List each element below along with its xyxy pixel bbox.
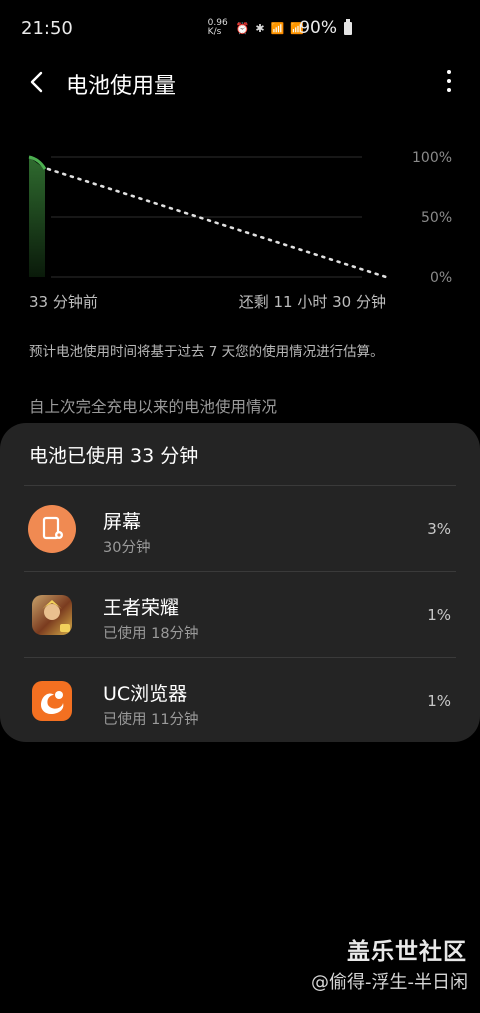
app-usage-time: 30分钟	[103, 540, 151, 556]
alarm-icon: ⏰	[235, 21, 250, 35]
card-title: 电池已使用 33 分钟	[29, 445, 199, 467]
app-name: UC浏览器	[103, 683, 188, 705]
app-usage-time: 已使用 11分钟	[103, 712, 199, 728]
app-percent: 3%	[427, 520, 451, 538]
screen-settings-icon	[28, 505, 76, 553]
chart-canvas	[28, 155, 388, 279]
more-vertical-icon[interactable]	[446, 70, 452, 94]
estimate-note: 预计电池使用时间将基于过去 7 天您的使用情况进行估算。	[29, 344, 384, 360]
x-label-end: 还剩 11 小时 30 分钟	[238, 293, 386, 311]
battery-percent: 90%	[299, 18, 337, 38]
uc-browser-icon	[32, 681, 72, 721]
battery-chart: 100% 50% 0% 33 分钟前 还剩 11 小时 30 分钟	[0, 140, 480, 320]
list-item[interactable]: 王者荣耀 已使用 18分钟 1%	[0, 572, 480, 658]
status-bar: 21:50 0.96 K/s ⏰ ✱ 📶 📶 90%	[0, 0, 480, 58]
section-header: 自上次完全充电以来的电池使用情况	[29, 398, 278, 416]
watermark-author: @偷得-浮生-半日闲	[311, 972, 468, 993]
x-label-start: 33 分钟前	[29, 293, 98, 311]
y-tick-label: 0%	[430, 270, 453, 286]
used-area	[29, 157, 45, 277]
y-tick-label: 50%	[421, 210, 453, 226]
back-arrow-icon[interactable]	[24, 68, 52, 96]
app-name: 屏幕	[103, 511, 142, 533]
bluetooth-icon: ✱	[255, 21, 265, 35]
page-title: 电池使用量	[66, 74, 177, 99]
battery-usage-screen: 21:50 0.96 K/s ⏰ ✱ 📶 📶 90% 电池使用量 100% 50…	[0, 0, 480, 1013]
series-projection-line	[46, 167, 388, 279]
app-usage-time: 已使用 18分钟	[103, 626, 199, 642]
honor-of-kings-icon	[32, 595, 72, 635]
y-tick-label: 100%	[412, 150, 453, 166]
net-speed: 0.96 K/s	[207, 18, 228, 37]
app-percent: 1%	[427, 692, 451, 710]
list-item[interactable]: UC浏览器 已使用 11分钟 1%	[0, 658, 480, 744]
battery-icon	[344, 19, 352, 35]
app-bar: 电池使用量	[0, 58, 480, 106]
usage-card: 电池已使用 33 分钟 屏幕 30分钟 3% 王者荣耀 已使用 18分钟 1% …	[0, 423, 480, 742]
watermark-logo: 盖乐世社区	[347, 939, 467, 965]
app-name: 王者荣耀	[103, 597, 180, 619]
status-time: 21:50	[21, 18, 73, 39]
list-item[interactable]: 屏幕 30分钟 3%	[0, 486, 480, 572]
4g-signal-icon: 📶	[270, 21, 285, 35]
app-percent: 1%	[427, 606, 451, 624]
